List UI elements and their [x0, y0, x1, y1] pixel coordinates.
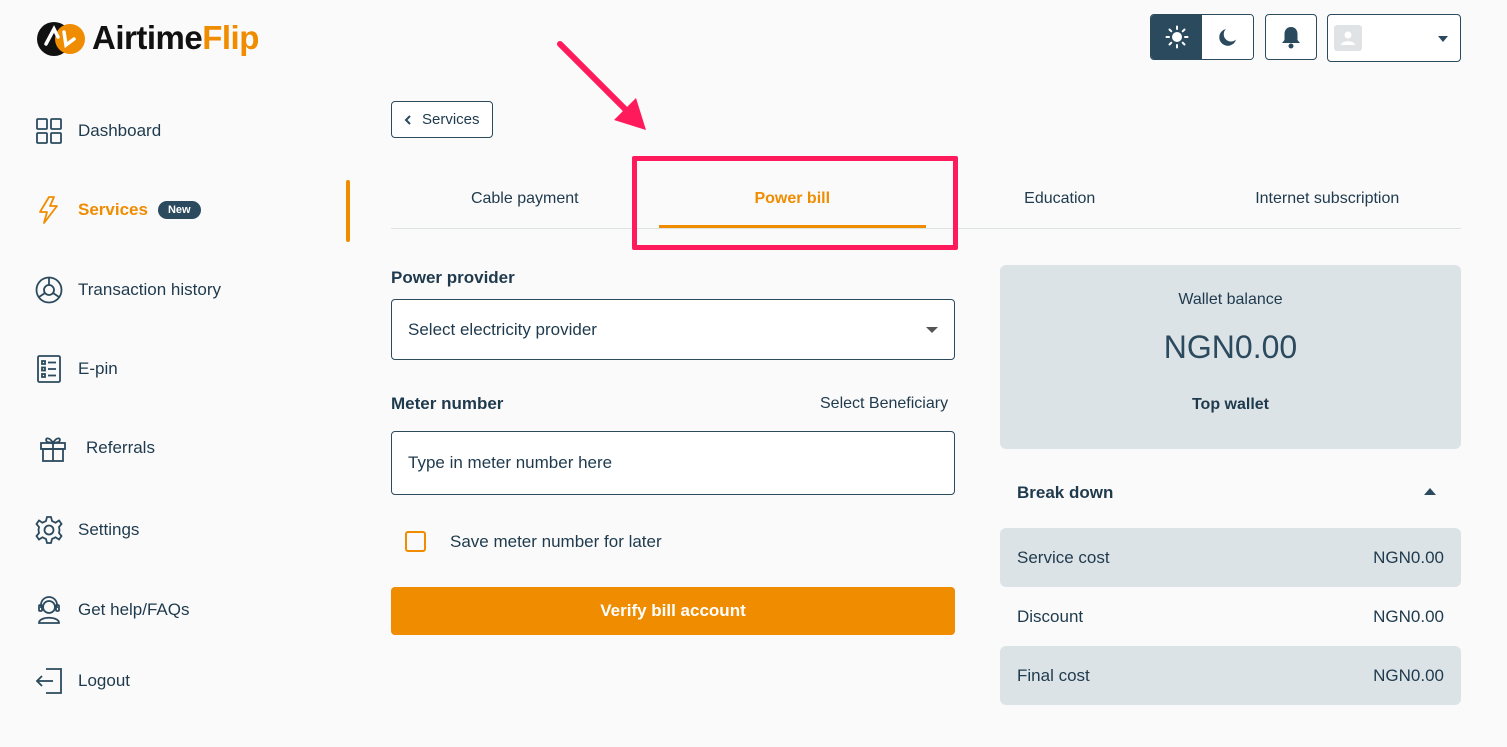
gift-icon	[34, 433, 72, 463]
breakdown-value: NGN0.00	[1373, 606, 1444, 626]
breakdown-row-service-cost: Service cost NGN0.00	[1000, 528, 1461, 587]
sidebar-item-label: Logout	[78, 671, 130, 690]
sidebar-item-label: E-pin	[78, 359, 118, 378]
lightning-icon	[34, 195, 64, 225]
grid-icon	[34, 116, 64, 146]
theme-toggle[interactable]	[1150, 14, 1254, 60]
user-menu-button[interactable]	[1327, 14, 1461, 62]
power-provider-label: Power provider	[391, 268, 515, 287]
breakdown-label: Final cost	[1017, 665, 1090, 685]
tab-cable-payment[interactable]: Cable payment	[391, 170, 659, 228]
collapse-caret-icon[interactable]	[1424, 488, 1436, 495]
breakdown-value: NGN0.00	[1373, 547, 1444, 567]
new-badge: New	[157, 201, 201, 219]
wallet-card: Wallet balance NGN0.00 Top wallet	[1000, 265, 1461, 449]
sidebar-item-label: Transaction history	[78, 280, 221, 299]
airtimeflip-logo-icon	[34, 18, 86, 58]
sidebar-item-label: Dashboard	[78, 121, 162, 140]
sidebar-item-e-pin[interactable]: E-pin	[34, 354, 118, 384]
notifications-button[interactable]	[1265, 14, 1317, 60]
back-button-label: Services	[422, 111, 480, 128]
sidebar-item-label: Settings	[78, 520, 140, 539]
wallet-balance-title: Wallet balance	[1178, 291, 1283, 308]
dark-theme-button[interactable]	[1202, 15, 1253, 59]
save-meter-label: Save meter number for later	[450, 532, 662, 551]
wallet-balance-amount: NGN0.00	[1163, 329, 1298, 365]
sidebar-item-label: Services	[78, 200, 148, 219]
app-logo[interactable]: AirtimeFlip	[34, 18, 259, 58]
annotation-highlight-box	[632, 156, 958, 250]
tab-education[interactable]: Education	[926, 170, 1194, 228]
breakdown-row-discount: Discount NGN0.00	[1000, 587, 1461, 646]
breakdown-value: NGN0.00	[1373, 665, 1444, 685]
breakdown-row-final-cost: Final cost NGN0.00	[1000, 646, 1461, 705]
back-to-services-button[interactable]: Services	[391, 101, 493, 138]
gear-icon	[34, 515, 64, 545]
meter-number-input[interactable]	[391, 431, 955, 495]
sidebar-item-logout[interactable]: Logout	[34, 666, 130, 696]
active-indicator	[346, 180, 350, 242]
tab-internet-subscription[interactable]: Internet subscription	[1194, 170, 1462, 228]
sidebar-item-dashboard[interactable]: Dashboard	[34, 116, 161, 146]
breakdown-label: Discount	[1017, 606, 1084, 626]
sidebar-item-label: Referrals	[86, 438, 155, 457]
sidebar-item-settings[interactable]: Settings	[34, 515, 139, 545]
sidebar-item-help[interactable]: Get help/FAQs	[34, 595, 190, 625]
moon-icon	[1218, 29, 1236, 46]
sun-icon	[1165, 25, 1188, 49]
power-provider-select[interactable]: Select electricity provider	[391, 299, 955, 360]
annotation-arrow-icon	[557, 41, 646, 130]
chevron-down-icon	[1438, 36, 1448, 42]
logout-icon	[34, 666, 64, 696]
bell-icon	[1282, 27, 1300, 49]
breakdown-label: Service cost	[1017, 547, 1110, 567]
caret-down-icon	[926, 327, 938, 333]
meter-number-label: Meter number	[391, 394, 504, 413]
logo-wordmark: AirtimeFlip	[92, 19, 259, 56]
support-agent-icon	[34, 595, 64, 625]
chart-pie-icon	[34, 275, 64, 305]
select-beneficiary-link[interactable]: Select Beneficiary	[820, 395, 948, 413]
verify-bill-account-button[interactable]: Verify bill account	[391, 587, 955, 635]
chevron-left-icon	[404, 114, 411, 125]
sidebar-item-transaction-history[interactable]: Transaction history	[34, 275, 221, 305]
user-avatar-icon	[1334, 25, 1362, 51]
power-provider-placeholder: Select electricity provider	[408, 319, 597, 339]
breakdown-title: Break down	[1017, 483, 1114, 502]
sidebar-item-services[interactable]: Services New	[34, 195, 201, 225]
save-meter-checkbox[interactable]	[405, 531, 426, 552]
light-theme-button[interactable]	[1151, 15, 1202, 59]
sidebar-item-referrals[interactable]: Referrals	[34, 433, 155, 463]
sidebar-item-label: Get help/FAQs	[78, 600, 190, 619]
list-icon	[34, 354, 64, 384]
top-wallet-link[interactable]: Top wallet	[1000, 396, 1461, 414]
